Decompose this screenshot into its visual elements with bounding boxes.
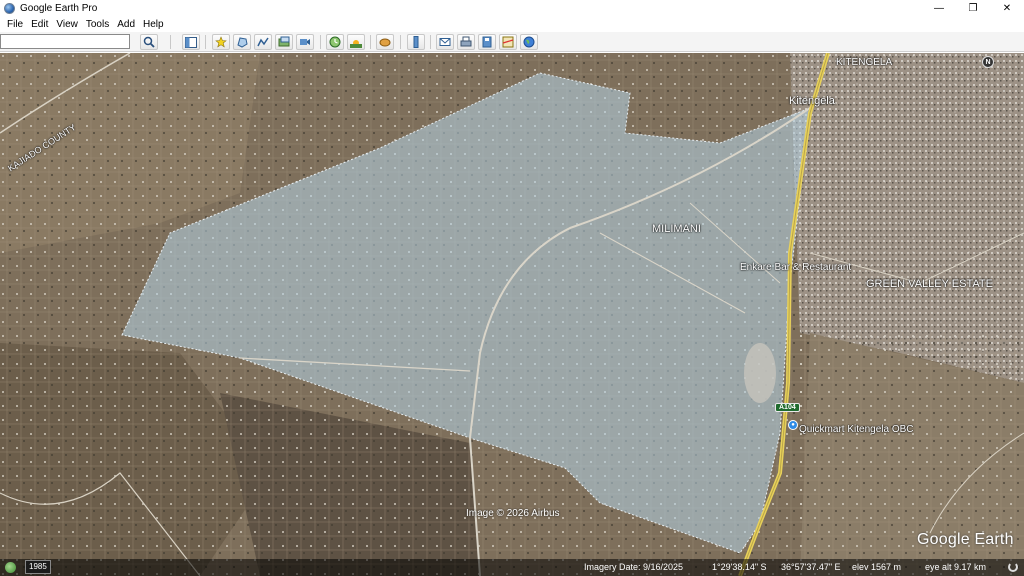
toolbar-separator bbox=[205, 35, 206, 49]
sun-icon bbox=[350, 40, 362, 48]
map-viewport[interactable]: KITENGELA Kitengela KAJIADO COUNTY MILIM… bbox=[0, 53, 1024, 576]
overlay-icon bbox=[278, 36, 290, 47]
north-compass-icon[interactable]: N bbox=[982, 56, 994, 68]
pushpin-icon bbox=[215, 36, 227, 48]
toolbar-separator bbox=[370, 35, 371, 49]
switch-planet-button[interactable] bbox=[376, 34, 394, 50]
place-label-milimani[interactable]: MILIMANI bbox=[652, 223, 701, 235]
view-in-maps-button[interactable] bbox=[499, 34, 517, 50]
menu-file[interactable]: File bbox=[4, 19, 28, 30]
record-tour-button[interactable] bbox=[296, 34, 314, 50]
add-image-overlay-button[interactable] bbox=[275, 34, 293, 50]
add-polygon-button[interactable] bbox=[233, 34, 251, 50]
poi-label-quickmart[interactable]: Quickmart Kitengela OBC bbox=[799, 424, 914, 435]
imagery-copyright: Image © 2026 Airbus bbox=[466, 508, 560, 519]
minimize-button[interactable]: — bbox=[922, 0, 956, 17]
ruler-icon bbox=[413, 36, 419, 48]
imagery-date: Imagery Date: 9/16/2025 bbox=[584, 562, 684, 572]
email-icon bbox=[439, 38, 451, 46]
menu-view[interactable]: View bbox=[53, 19, 83, 30]
toolbar-separator bbox=[400, 35, 401, 49]
title-bar: Google Earth Pro — ❐ ✕ bbox=[0, 0, 1024, 17]
place-label-kitengela[interactable]: Kitengela bbox=[789, 95, 835, 107]
latitude-readout: 1°29'38.14" S bbox=[712, 562, 767, 572]
save-image-icon bbox=[482, 36, 492, 48]
satellite-imagery bbox=[0, 53, 1024, 576]
magnifier-icon bbox=[143, 36, 155, 48]
window-title: Google Earth Pro bbox=[20, 3, 98, 14]
menu-bar: File Edit View Tools Add Help bbox=[0, 17, 1024, 32]
print-button[interactable] bbox=[457, 34, 475, 50]
menu-help[interactable]: Help bbox=[140, 19, 169, 30]
google-earth-app-icon bbox=[4, 3, 15, 14]
historical-imagery-icon[interactable] bbox=[5, 562, 16, 573]
clock-icon bbox=[329, 36, 341, 48]
ruler-button[interactable] bbox=[407, 34, 425, 50]
longitude-readout: 36°57'37.47" E bbox=[781, 562, 841, 572]
shopping-pin-icon[interactable]: ● bbox=[788, 420, 798, 430]
menu-tools[interactable]: Tools bbox=[83, 19, 114, 30]
historical-imagery-button[interactable] bbox=[326, 34, 344, 50]
elevation-readout: elev 1567 m bbox=[852, 562, 902, 572]
tour-icon bbox=[300, 39, 310, 45]
google-earth-window: Google Earth Pro — ❐ ✕ File Edit View To… bbox=[0, 0, 1024, 576]
search-button[interactable] bbox=[140, 34, 158, 50]
place-label-kitengela-region[interactable]: KITENGELA bbox=[836, 57, 892, 68]
print-icon bbox=[460, 36, 472, 47]
toolbar-separator bbox=[430, 35, 431, 49]
path-icon bbox=[257, 37, 269, 47]
toolbar bbox=[0, 32, 1024, 52]
add-path-button[interactable] bbox=[254, 34, 272, 50]
search-input[interactable] bbox=[0, 34, 130, 49]
menu-edit[interactable]: Edit bbox=[28, 19, 53, 30]
eye-altitude-readout: eye alt 9.17 km bbox=[925, 562, 987, 572]
status-bar: 1985 Imagery Date: 9/16/2025 1°29'38.14"… bbox=[0, 559, 1024, 576]
window-controls: — ❐ ✕ bbox=[922, 0, 1024, 17]
email-button[interactable] bbox=[436, 34, 454, 50]
road-shield-a104: A104 bbox=[775, 403, 800, 412]
place-label-green-valley-estate[interactable]: GREEN VALLEY ESTATE bbox=[866, 278, 993, 290]
google-earth-logo: Google Earth bbox=[917, 531, 1014, 548]
menu-add[interactable]: Add bbox=[114, 19, 140, 30]
toolbar-separator bbox=[320, 35, 321, 49]
poi-label-enkare[interactable]: Enkare Bar & Restaurant bbox=[740, 262, 851, 273]
toolbar-separator bbox=[170, 35, 171, 49]
polygon-icon bbox=[237, 37, 248, 48]
close-button[interactable]: ✕ bbox=[990, 0, 1024, 17]
planet-icon bbox=[379, 38, 391, 47]
loading-spinner-icon bbox=[1008, 562, 1018, 572]
save-image-button[interactable] bbox=[478, 34, 496, 50]
add-placemark-button[interactable] bbox=[212, 34, 230, 50]
earth-icon bbox=[523, 36, 535, 48]
earth-button[interactable] bbox=[520, 34, 538, 50]
sidebar-icon bbox=[185, 36, 197, 48]
sidebar-toggle-button[interactable] bbox=[182, 34, 200, 50]
maps-icon bbox=[502, 36, 514, 48]
historical-year-badge[interactable]: 1985 bbox=[25, 560, 51, 574]
sunlight-button[interactable] bbox=[347, 34, 365, 50]
maximize-button[interactable]: ❐ bbox=[956, 0, 990, 17]
